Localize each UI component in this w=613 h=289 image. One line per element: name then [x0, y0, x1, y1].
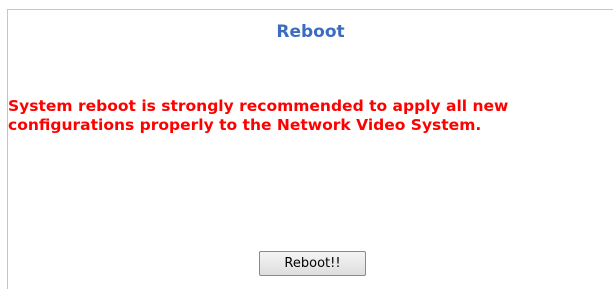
reboot-button[interactable]: Reboot!! — [259, 251, 366, 276]
warning-line-2: configurations properly to the Network V… — [8, 116, 482, 134]
warning-line-1: System reboot is strongly recommended to… — [8, 97, 509, 115]
page-title: Reboot — [276, 22, 345, 42]
reboot-panel: Reboot System reboot is strongly recomme… — [7, 9, 613, 289]
reboot-warning-message: System reboot is strongly recommended to… — [8, 97, 608, 135]
